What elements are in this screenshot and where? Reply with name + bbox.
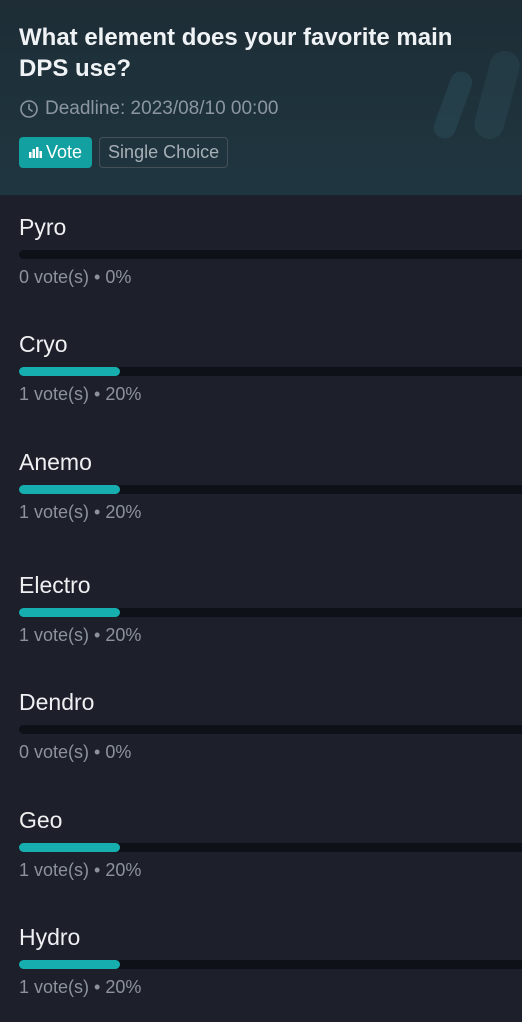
progress-fill xyxy=(19,367,120,376)
deadline-text: Deadline: 2023/08/10 00:00 xyxy=(45,98,279,119)
option-stats: 1 vote(s) • 20% xyxy=(19,860,142,880)
option-label: Hydro xyxy=(19,924,81,950)
poll-title: What element does your favorite main DPS… xyxy=(19,24,453,82)
option-stats: 1 vote(s) • 20% xyxy=(19,625,142,645)
bar-chart-icon xyxy=(29,147,42,158)
poll-page: What element does your favorite main DPS… xyxy=(0,0,522,1022)
option-stats: 0 vote(s) • 0% xyxy=(19,742,132,762)
vote-tag-label: Vote xyxy=(46,142,83,162)
poll-option-hydro[interactable]: Hydro 1 vote(s) • 20% xyxy=(19,922,522,997)
vote-tag: Vote xyxy=(19,137,93,168)
progress-fill xyxy=(19,960,120,969)
option-label: Pyro xyxy=(19,214,67,240)
option-label: Electro xyxy=(19,572,91,598)
option-stats: 1 vote(s) • 20% xyxy=(19,384,142,404)
poll-option-geo[interactable]: Geo 1 vote(s) • 20% xyxy=(19,805,522,880)
progress-track xyxy=(19,250,522,259)
progress-fill xyxy=(19,485,120,494)
progress-track xyxy=(19,843,522,852)
progress-track xyxy=(19,725,522,734)
option-stats: 1 vote(s) • 20% xyxy=(19,502,142,522)
poll-type-tag: Single Choice xyxy=(99,137,229,168)
poll-option-pyro[interactable]: Pyro 0 vote(s) • 0% xyxy=(19,212,522,287)
option-label: Anemo xyxy=(19,449,92,475)
progress-track xyxy=(19,960,522,969)
progress-track xyxy=(19,367,522,376)
poll-option-electro[interactable]: Electro 1 vote(s) • 20% xyxy=(19,570,522,645)
poll-tags: Vote Single Choice xyxy=(19,137,503,168)
option-stats: 1 vote(s) • 20% xyxy=(19,977,142,997)
poll-option-cryo[interactable]: Cryo 1 vote(s) • 20% xyxy=(19,329,522,404)
clock-icon xyxy=(20,100,38,118)
option-label: Dendro xyxy=(19,689,95,715)
deadline-row: Deadline: 2023/08/10 00:00 xyxy=(19,94,503,124)
progress-fill xyxy=(19,608,120,617)
option-stats: 0 vote(s) • 0% xyxy=(19,267,132,287)
poll-header: What element does your favorite main DPS… xyxy=(0,0,522,195)
poll-option-dendro[interactable]: Dendro 0 vote(s) • 0% xyxy=(19,687,522,762)
progress-track xyxy=(19,485,522,494)
poll-option-anemo[interactable]: Anemo 1 vote(s) • 20% xyxy=(19,447,522,522)
progress-fill xyxy=(19,843,120,852)
option-label: Cryo xyxy=(19,331,68,357)
option-label: Geo xyxy=(19,807,63,833)
progress-track xyxy=(19,608,522,617)
